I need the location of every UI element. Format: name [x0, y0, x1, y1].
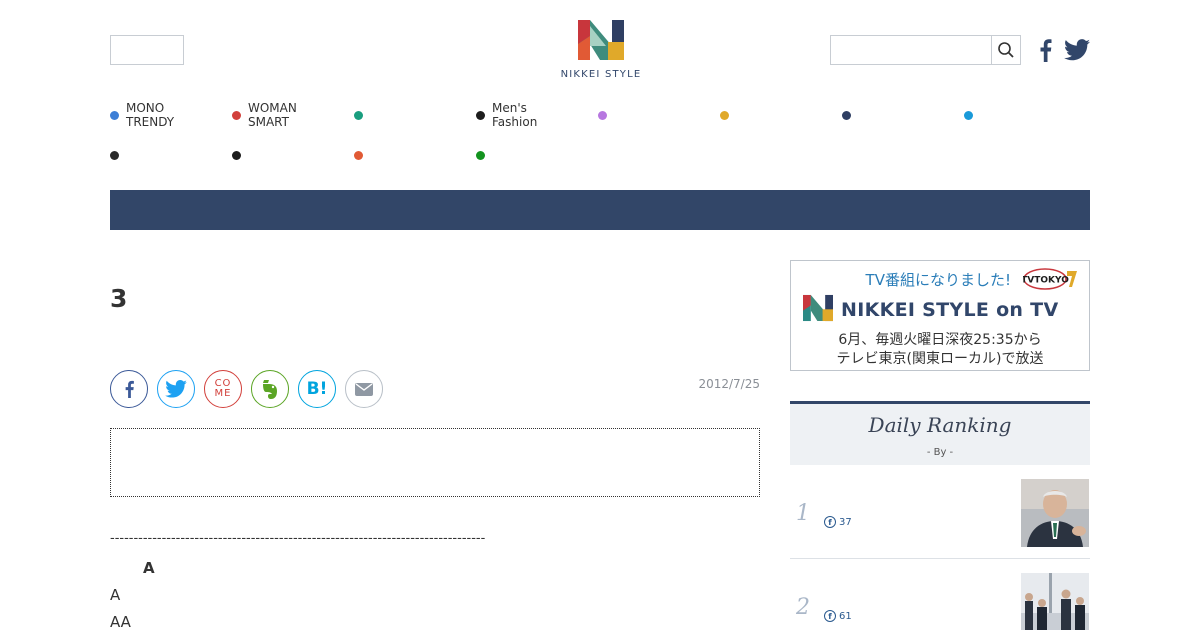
facebook-icon — [125, 380, 134, 398]
nav-item-woman-smart[interactable]: WOMAN SMART — [232, 101, 297, 129]
tv-brand-text: TVTOKYO — [1023, 276, 1069, 286]
nav-dot-icon — [964, 111, 973, 120]
banner-schedule: 6月、毎週火曜日深夜25:35から — [838, 332, 1042, 348]
nav-item-mono-trendy[interactable]: MONO TRENDY — [110, 101, 174, 129]
summary-box — [110, 428, 760, 497]
nav-dot-icon — [110, 110, 119, 120]
separator-dashes: ----------------------------------------… — [110, 531, 486, 546]
n-logo-icon — [803, 294, 833, 322]
nav-dot-icon — [232, 110, 241, 120]
search-button[interactable] — [991, 36, 1020, 64]
facebook-icon: f — [824, 516, 836, 528]
nav-dot-icon — [720, 111, 729, 120]
tv-tokyo-logo: TVTOKYO — [1021, 268, 1079, 290]
twitter-icon — [165, 380, 187, 398]
share-twitter-button[interactable] — [157, 370, 195, 408]
nav-dot-icon — [476, 110, 485, 120]
search-box — [830, 35, 1021, 65]
menu-box[interactable] — [110, 35, 184, 65]
person-photo-icon — [1021, 479, 1089, 547]
facebook-icon: f — [824, 610, 836, 622]
nav-item-mens-fashion[interactable]: Men's Fashion — [476, 101, 537, 129]
banner-headline: TV番組になりました! — [865, 271, 1011, 289]
ranking-number: 1 — [796, 501, 810, 526]
nav-dot-icon — [598, 111, 607, 120]
facebook-icon[interactable] — [1037, 38, 1053, 62]
ranking-header: Daily Ranking - By - — [790, 401, 1090, 465]
nav-item-5[interactable] — [598, 111, 614, 120]
nav-item-3[interactable] — [354, 111, 370, 120]
ranking-thumbnail[interactable] — [1021, 573, 1089, 630]
article-date: 2012/7/25 — [698, 377, 760, 391]
ranking-number: 2 — [796, 595, 810, 620]
share-hatena-button[interactable]: B! — [298, 370, 336, 408]
nav-item-6[interactable] — [720, 111, 736, 120]
hatena-icon: B! — [306, 379, 328, 399]
ranking-item[interactable]: 2 f 61 — [790, 559, 1090, 630]
nav-dot-icon — [842, 111, 851, 120]
mail-icon — [355, 382, 373, 396]
share-evernote-button[interactable] — [251, 370, 289, 408]
search-icon — [998, 42, 1014, 58]
ranking-share-count: f 61 — [824, 610, 852, 622]
ranking-title: Daily Ranking — [868, 413, 1012, 437]
ranking-share-count: f 37 — [824, 516, 852, 528]
share-facebook-button[interactable] — [110, 370, 148, 408]
banner-title: NIKKEI STYLE on TV — [841, 299, 1059, 321]
twitter-icon[interactable] — [1064, 39, 1090, 61]
nav-item-7[interactable] — [842, 111, 858, 120]
nav-dot-icon — [110, 151, 119, 160]
share-mail-button[interactable] — [345, 370, 383, 408]
tv-promo-banner[interactable]: TV番組になりました! TVTOKYO NIKKEI STYLE on TV 6… — [790, 260, 1090, 371]
article-title: 3 — [110, 284, 128, 313]
nikkei-style-logo[interactable]: NIKKEI STYLE — [555, 18, 647, 84]
nav-item-12[interactable] — [476, 151, 492, 160]
body-text-line: AA — [110, 613, 131, 630]
nav-dot-icon — [354, 111, 363, 120]
search-input[interactable] — [831, 36, 991, 64]
brand-text: NIKKEI STYLE — [560, 69, 642, 80]
nav-item-11[interactable] — [354, 151, 370, 160]
body-heading: A — [143, 559, 155, 577]
nav-dot-icon — [476, 151, 485, 160]
ranking-item[interactable]: 1 f 37 — [790, 465, 1090, 559]
comment-icon: CO ME — [214, 378, 232, 399]
nav-dot-icon — [354, 151, 363, 160]
tv-tokyo-logo-icon: TVTOKYO — [1021, 268, 1077, 290]
nav-item-10[interactable] — [232, 151, 248, 160]
ranking-thumbnail[interactable] — [1021, 479, 1089, 547]
nav-item-8[interactable] — [964, 111, 980, 120]
banner-channel: テレビ東京(関東ローカル)で放送 — [836, 351, 1044, 367]
category-bar — [110, 190, 1090, 230]
office-photo-icon — [1021, 573, 1089, 630]
share-comment-button[interactable]: CO ME — [204, 370, 242, 408]
ranking-subtitle: - By - — [926, 447, 954, 458]
nav-item-9[interactable] — [110, 151, 126, 160]
body-text-line: A — [110, 586, 121, 604]
evernote-icon — [263, 380, 277, 399]
logo-mark-icon — [578, 20, 624, 60]
nav-dot-icon — [232, 151, 241, 160]
